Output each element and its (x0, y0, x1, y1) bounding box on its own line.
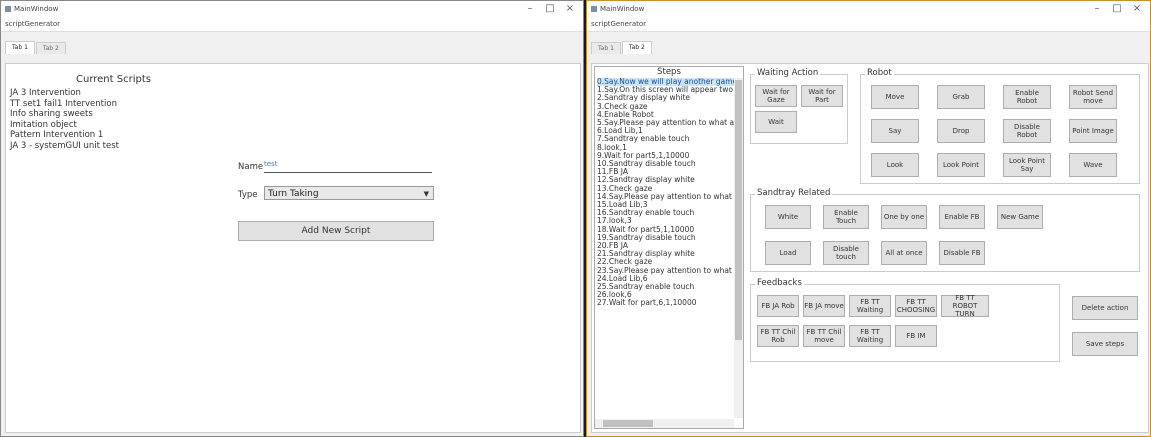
vertical-scrollbar[interactable] (734, 78, 743, 418)
list-item[interactable]: JA 3 - systemGUI unit test (10, 141, 119, 152)
window-title: MainWindow (14, 5, 59, 13)
scrollbar-thumb[interactable] (735, 80, 742, 340)
group-title: Waiting Action (755, 68, 821, 78)
menu-item-scriptgenerator[interactable]: scriptGenerator (5, 20, 60, 28)
fb-tt-chil-move-button[interactable]: FB TT Chil move (803, 325, 845, 347)
wait-button[interactable]: Wait (755, 111, 797, 133)
group-title: Robot (865, 68, 894, 78)
tab-pane: Steps 0.Say.Now we will play another gam… (591, 63, 1149, 433)
horizontal-scrollbar[interactable] (595, 419, 734, 428)
robot-group: Robot Move Grab Enable Robot Robot Send … (860, 68, 1140, 184)
all-at-once-button[interactable]: All at once (881, 241, 927, 265)
wait-for-part-button[interactable]: Wait for Part (801, 85, 843, 107)
fb-im-button[interactable]: FB IM (895, 325, 937, 347)
menu-bar: scriptGenerator (1, 17, 583, 32)
list-item[interactable]: TT set1 fail1 Intervention (10, 99, 119, 110)
menu-bar: scriptGenerator (587, 17, 1150, 32)
list-item[interactable]: Info sharing sweets (10, 109, 119, 120)
tab-strip: Tab 1 Tab 2 (587, 41, 1150, 54)
fb-tt-waiting-button[interactable]: FB TT Waiting (849, 295, 891, 317)
enable-fb-button[interactable]: Enable FB (939, 205, 985, 229)
look-point-button[interactable]: Look Point (937, 153, 985, 177)
minimize-icon[interactable]: – (521, 2, 539, 16)
steps-list: 0.Say.Now we will play another game 1.Sa… (595, 77, 743, 308)
fb-tt-chil-rob-button[interactable]: FB TT Chil Rob (757, 325, 799, 347)
load-button[interactable]: Load (765, 241, 811, 265)
disable-touch-button[interactable]: Disable touch (823, 241, 869, 265)
maximize-icon[interactable]: □ (1108, 2, 1126, 16)
list-item[interactable]: Imitation object (10, 120, 119, 131)
waiting-action-group: Waiting Action Wait for Gaze Wait for Pa… (750, 68, 848, 144)
enable-robot-button[interactable]: Enable Robot (1003, 85, 1051, 109)
maximize-icon[interactable]: □ (541, 2, 559, 16)
feedbacks-group: Feedbacks FB JA Rob FB JA move FB TT Wai… (750, 278, 1060, 362)
disable-fb-button[interactable]: Disable FB (939, 241, 985, 265)
app-icon (5, 6, 11, 12)
group-title: Feedbacks (755, 278, 804, 288)
tab-strip: Tab 1 Tab 2 (1, 41, 583, 54)
one-by-one-button[interactable]: One by one (881, 205, 927, 229)
window-title: MainWindow (600, 5, 645, 13)
steps-listbox[interactable]: Steps 0.Say.Now we will play another gam… (594, 66, 744, 429)
name-field[interactable]: test (264, 160, 432, 173)
menu-item-scriptgenerator[interactable]: scriptGenerator (591, 20, 646, 28)
look-point-say-button[interactable]: Look Point Say (1003, 153, 1051, 177)
title-bar: MainWindow – □ × (587, 1, 1150, 17)
fb-ja-rob-button[interactable]: FB JA Rob (757, 295, 799, 317)
list-item[interactable]: JA 3 Intervention (10, 88, 119, 99)
drop-button[interactable]: Drop (937, 119, 985, 143)
enable-touch-button[interactable]: Enable Touch (823, 205, 869, 229)
scrollbar-thumb[interactable] (603, 420, 653, 427)
fb-tt-choosing-button[interactable]: FB TT CHOOSING (895, 295, 937, 317)
look-button[interactable]: Look (871, 153, 919, 177)
main-window-right: MainWindow – □ × scriptGenerator Tab 1 T… (586, 0, 1151, 437)
type-label: Type (238, 190, 258, 200)
scripts-list: JA 3 Intervention TT set1 fail1 Interven… (10, 88, 119, 151)
name-label: Name (238, 162, 264, 172)
group-title: Sandtray Related (755, 188, 833, 198)
main-window-left: MainWindow – □ × scriptGenerator Tab 1 T… (0, 0, 584, 437)
list-item[interactable]: Pattern Intervention 1 (10, 130, 119, 141)
grab-button[interactable]: Grab (937, 85, 985, 109)
list-item[interactable]: 27.Wait for part,6,1,10000 (597, 299, 743, 307)
move-button[interactable]: Move (871, 85, 919, 109)
app-icon (591, 6, 597, 12)
robot-send-move-button[interactable]: Robot Send move (1069, 85, 1117, 109)
wait-for-gaze-button[interactable]: Wait for Gaze (755, 85, 797, 107)
tab-2[interactable]: Tab 2 (35, 42, 66, 54)
new-game-button[interactable]: New Game (997, 205, 1043, 229)
save-steps-button[interactable]: Save steps (1072, 332, 1138, 356)
fb-tt-waiting-button-2[interactable]: FB TT Waiting (849, 325, 891, 347)
tab-2[interactable]: Tab 2 (621, 41, 652, 54)
type-select-value: Turn Taking (268, 189, 319, 199)
delete-action-button[interactable]: Delete action (1072, 296, 1138, 320)
add-new-script-button[interactable]: Add New Script (238, 221, 434, 241)
minimize-icon[interactable]: – (1088, 2, 1106, 16)
close-icon[interactable]: × (561, 2, 579, 16)
point-image-button[interactable]: Point Image (1069, 119, 1117, 143)
wave-button[interactable]: Wave (1069, 153, 1117, 177)
disable-robot-button[interactable]: Disable Robot (1003, 119, 1051, 143)
fb-ja-move-button[interactable]: FB JA move (803, 295, 845, 317)
tab-pane: Current Scripts JA 3 Intervention TT set… (5, 63, 581, 433)
tab-1[interactable]: Tab 1 (5, 41, 35, 54)
say-button[interactable]: Say (871, 119, 919, 143)
fb-tt-robot-turn-button[interactable]: FB TT ROBOT TURN (941, 294, 989, 318)
close-icon[interactable]: × (1128, 2, 1146, 16)
type-select[interactable]: Turn Taking ▼ (264, 186, 434, 200)
sandtray-group: Sandtray Related White Enable Touch One … (750, 188, 1140, 272)
tab-1[interactable]: Tab 1 (591, 42, 621, 54)
chevron-down-icon: ▼ (423, 190, 429, 198)
current-scripts-heading: Current Scripts (76, 74, 151, 85)
title-bar: MainWindow – □ × (1, 1, 583, 17)
white-button[interactable]: White (765, 205, 811, 229)
